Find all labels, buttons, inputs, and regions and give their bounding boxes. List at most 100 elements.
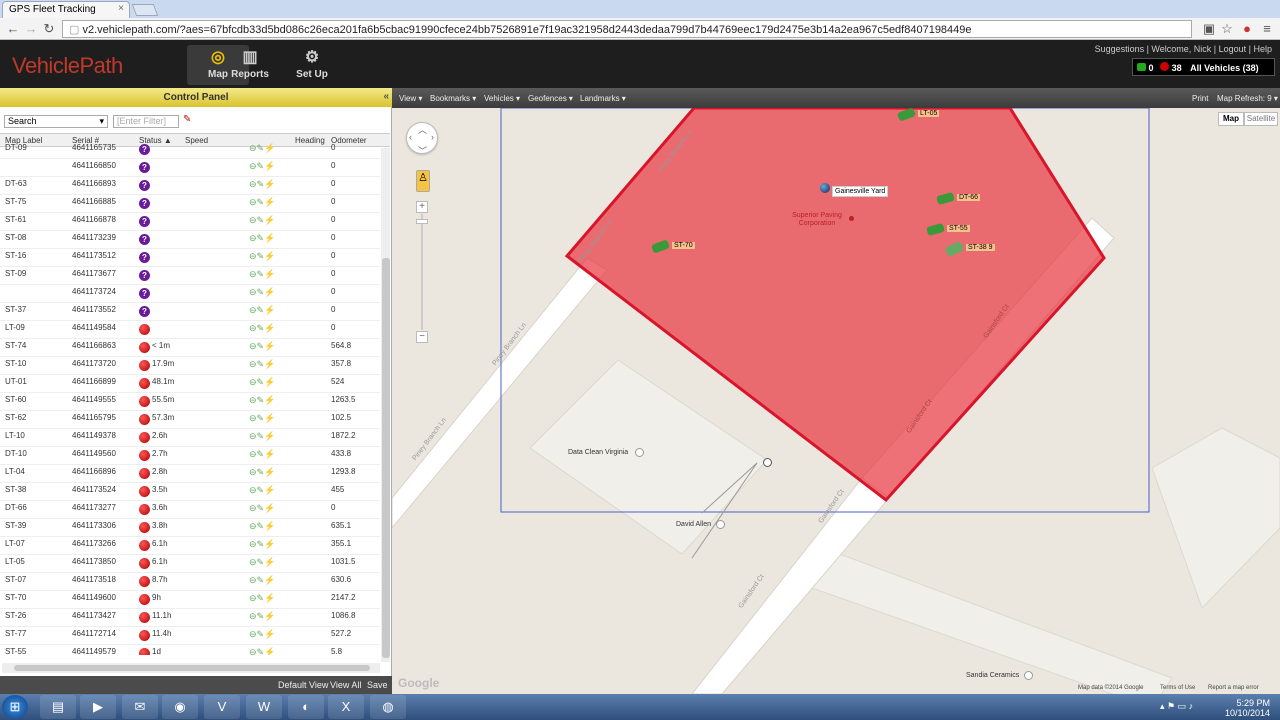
- vehiclepath-icon[interactable]: V: [204, 695, 240, 719]
- url-input[interactable]: ▢ v2.vehiclepath.com/?aes=67bfcdb33d5bd0…: [62, 20, 1192, 38]
- back-arrow-icon[interactable]: ←: [4, 20, 22, 38]
- bookmarks-menu[interactable]: Bookmarks ▾: [430, 94, 476, 103]
- horizontal-scroll-thumb[interactable]: [14, 665, 370, 671]
- table-row[interactable]: ST-70 4641149600 9h ⊖✎⚡ 2147.2: [0, 591, 380, 609]
- media-player-icon[interactable]: ▶: [80, 695, 116, 719]
- app-icon[interactable]: ◐: [288, 695, 324, 719]
- zoom-in-button[interactable]: +: [416, 201, 428, 213]
- zoom-slider-handle[interactable]: [416, 219, 428, 224]
- row-action-icons[interactable]: ⊖✎⚡: [249, 521, 275, 532]
- table-row[interactable]: ST-16 4641173512? ⊖✎⚡ 0: [0, 249, 380, 267]
- table-row[interactable]: ST-77 4641172714 11.4h ⊖✎⚡ 527.2: [0, 627, 380, 645]
- table-row[interactable]: ST-74 4641166863 < 1m ⊖✎⚡ 564.8: [0, 339, 380, 357]
- excel-icon[interactable]: X: [328, 695, 364, 719]
- chrome-icon[interactable]: ◉: [162, 695, 198, 719]
- zoom-out-button[interactable]: −: [416, 331, 428, 343]
- geofences-menu[interactable]: Geofences ▾: [528, 94, 573, 103]
- row-action-icons[interactable]: ⊖✎⚡: [249, 557, 275, 568]
- star-icon[interactable]: ☆: [1218, 20, 1236, 38]
- search-select[interactable]: Search ▾: [4, 115, 108, 128]
- table-row[interactable]: DT-09 4641165735? ⊖✎⚡ 0: [0, 141, 380, 159]
- start-button[interactable]: ⊞: [2, 695, 28, 719]
- pan-right-icon[interactable]: ›: [431, 132, 434, 142]
- row-action-icons[interactable]: ⊖✎⚡: [249, 269, 275, 280]
- new-tab-button[interactable]: [131, 4, 159, 16]
- row-action-icons[interactable]: ⊖✎⚡: [249, 449, 275, 460]
- print-button[interactable]: Print: [1192, 94, 1208, 103]
- table-row[interactable]: ST-09 4641173677? ⊖✎⚡ 0: [0, 267, 380, 285]
- row-action-icons[interactable]: ⊖✎⚡: [249, 647, 275, 655]
- extension-icon[interactable]: ●: [1238, 20, 1256, 38]
- explorer-icon[interactable]: ▤: [40, 695, 76, 719]
- table-row[interactable]: ST-10 4641173720 17.9m ⊖✎⚡ 357.8: [0, 357, 380, 375]
- map-type-satellite-button[interactable]: Satellite: [1244, 112, 1278, 126]
- table-row[interactable]: ST-26 4641173427 11.1h ⊖✎⚡ 1086.8: [0, 609, 380, 627]
- view-all-link[interactable]: View All: [330, 680, 361, 690]
- save-link[interactable]: Save: [367, 680, 388, 690]
- table-row[interactable]: LT-10 4641149378 2.6h ⊖✎⚡ 1872.2: [0, 429, 380, 447]
- row-action-icons[interactable]: ⊖✎⚡: [249, 143, 275, 154]
- table-row[interactable]: 4641173724? ⊖✎⚡ 0: [0, 285, 380, 303]
- map-refresh-select[interactable]: Map Refresh: 9 ▾: [1217, 94, 1278, 103]
- row-action-icons[interactable]: ⊖✎⚡: [249, 485, 275, 496]
- row-action-icons[interactable]: ⊖✎⚡: [249, 305, 275, 316]
- row-action-icons[interactable]: ⊖✎⚡: [249, 341, 275, 352]
- vehicle-status-summary[interactable]: 0 38 All Vehicles (38): [1132, 58, 1275, 76]
- map-canvas[interactable]: Piney Branch Ln Piney Branch Ln Piney Br…: [392, 108, 1280, 694]
- tab-setup[interactable]: ⚙ Set Up: [281, 45, 343, 85]
- table-row[interactable]: 4641166850? ⊖✎⚡ 0: [0, 159, 380, 177]
- row-action-icons[interactable]: ⊖✎⚡: [249, 611, 275, 622]
- row-action-icons[interactable]: ⊖✎⚡: [249, 575, 275, 586]
- menu-icon[interactable]: ≡: [1258, 20, 1276, 38]
- tab-reports[interactable]: ▥ Reports: [219, 45, 281, 85]
- map-type-map-button[interactable]: Map: [1218, 112, 1244, 126]
- row-action-icons[interactable]: ⊖✎⚡: [249, 377, 275, 388]
- row-action-icons[interactable]: ⊖✎⚡: [249, 197, 275, 208]
- table-row[interactable]: ST-39 4641173306 3.8h ⊖✎⚡ 635.1: [0, 519, 380, 537]
- row-action-icons[interactable]: ⊖✎⚡: [249, 215, 275, 226]
- row-action-icons[interactable]: ⊖✎⚡: [249, 233, 275, 244]
- terms-link[interactable]: Terms of Use: [1160, 685, 1195, 691]
- obs-icon[interactable]: ◍: [370, 695, 406, 719]
- reload-icon[interactable]: ↻: [40, 20, 58, 38]
- view-menu[interactable]: View ▾: [399, 94, 422, 103]
- table-row[interactable]: LT-09 4641149584 ⊖✎⚡ 0: [0, 321, 380, 339]
- zoom-slider-track[interactable]: [421, 214, 423, 330]
- row-action-icons[interactable]: ⊖✎⚡: [249, 161, 275, 172]
- table-row[interactable]: DT-66 4641173277 3.6h ⊖✎⚡ 0: [0, 501, 380, 519]
- row-action-icons[interactable]: ⊖✎⚡: [249, 629, 275, 640]
- table-row[interactable]: ST-55 4641149579 1d ⊖✎⚡ 5.8: [0, 645, 380, 655]
- report-error-link[interactable]: Report a map error: [1208, 685, 1259, 691]
- system-clock[interactable]: 5:29 PM 10/10/2014: [1225, 698, 1270, 718]
- pan-down-icon[interactable]: ﹀: [418, 144, 427, 157]
- vertical-scroll-thumb[interactable]: [382, 258, 390, 658]
- yard-marker-icon[interactable]: [820, 183, 830, 193]
- table-row[interactable]: LT-04 4641166896 2.8h ⊖✎⚡ 1293.8: [0, 465, 380, 483]
- vehicles-menu[interactable]: Vehicles ▾: [484, 94, 520, 103]
- pan-control[interactable]: ︿ ﹀ ‹ ›: [406, 122, 438, 157]
- row-action-icons[interactable]: ⊖✎⚡: [249, 287, 275, 298]
- table-row[interactable]: LT-07 4641173266 6.1h ⊖✎⚡ 355.1: [0, 537, 380, 555]
- table-row[interactable]: ST-07 4641173518 8.7h ⊖✎⚡ 630.6: [0, 573, 380, 591]
- collapse-icon[interactable]: «: [383, 91, 389, 102]
- row-action-icons[interactable]: ⊖✎⚡: [249, 323, 275, 334]
- header-links[interactable]: Suggestions | Welcome, Nick | Logout | H…: [1095, 44, 1272, 54]
- table-row[interactable]: LT-05 4641173850 6.1h ⊖✎⚡ 1031.5: [0, 555, 380, 573]
- browser-tab[interactable]: GPS Fleet Tracking ×: [2, 1, 130, 18]
- row-action-icons[interactable]: ⊖✎⚡: [249, 593, 275, 604]
- table-row[interactable]: DT-63 4641166893? ⊖✎⚡ 0: [0, 177, 380, 195]
- table-row[interactable]: ST-60 4641149555 55.5m ⊖✎⚡ 1263.5: [0, 393, 380, 411]
- pan-left-icon[interactable]: ‹: [409, 132, 412, 142]
- tray-icons[interactable]: ▴ ⚑ ▭ ♪: [1160, 701, 1193, 712]
- table-row[interactable]: ST-61 4641166878? ⊖✎⚡ 0: [0, 213, 380, 231]
- row-action-icons[interactable]: ⊖✎⚡: [249, 251, 275, 262]
- row-action-icons[interactable]: ⊖✎⚡: [249, 467, 275, 478]
- close-icon[interactable]: ×: [118, 3, 124, 14]
- row-action-icons[interactable]: ⊖✎⚡: [249, 503, 275, 514]
- row-action-icons[interactable]: ⊖✎⚡: [249, 359, 275, 370]
- filter-input[interactable]: [Enter Filter]: [113, 115, 179, 128]
- default-view-link[interactable]: Default View: [278, 680, 328, 690]
- table-row[interactable]: ST-08 4641173239? ⊖✎⚡ 0: [0, 231, 380, 249]
- clear-filter-icon[interactable]: ✎: [183, 114, 191, 125]
- table-row[interactable]: UT-01 4641166899 48.1m ⊖✎⚡ 524: [0, 375, 380, 393]
